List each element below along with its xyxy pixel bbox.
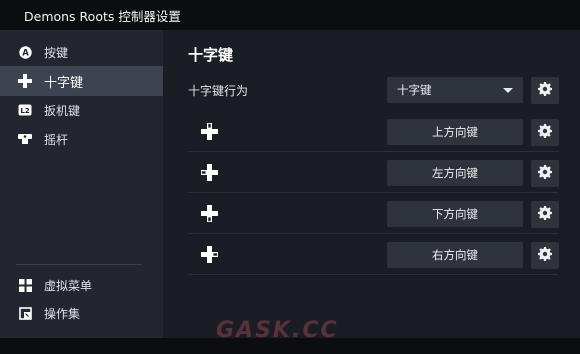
svg-text:A: A — [22, 48, 29, 58]
sidebar-item-label: 摇杆 — [44, 132, 69, 147]
gear-icon — [538, 246, 552, 265]
grid-menu-icon — [18, 278, 32, 292]
main-panel: 十字键 十字键行为 十字键 上方向键 左方向键 下方向键 右方向键 — [163, 30, 580, 338]
gear-icon — [538, 205, 552, 224]
behavior-select[interactable]: 十字键 — [387, 77, 523, 103]
binding-label: 下方向键 — [432, 207, 478, 221]
chevron-down-icon — [503, 88, 513, 93]
sidebar-item-label: 虚拟菜单 — [44, 278, 93, 293]
binding-right-button[interactable]: 右方向键 — [387, 242, 523, 268]
joystick-icon — [18, 132, 32, 146]
binding-label: 右方向键 — [432, 248, 478, 262]
sidebar-item-buttons[interactable]: A 按键 — [0, 37, 163, 67]
window-title: Demons Roots 控制器设置 — [24, 8, 181, 24]
behavior-settings-button[interactable] — [531, 77, 559, 104]
behavior-label: 十字键行为 — [188, 84, 249, 98]
binding-up-settings-button[interactable] — [531, 119, 559, 146]
binding-row-left: 左方向键 — [188, 152, 559, 193]
trigger-icon: L2 — [18, 103, 32, 117]
sidebar-item-label: 十字键 — [44, 75, 84, 91]
a-button-icon: A — [18, 45, 32, 59]
sidebar-item-label: 按键 — [44, 45, 69, 60]
binding-row-up: 上方向键 — [188, 111, 559, 152]
binding-row-down: 下方向键 — [188, 193, 559, 234]
action-set-icon — [18, 306, 32, 320]
gear-icon — [538, 123, 552, 142]
page-title: 十字键 — [188, 46, 234, 64]
sidebar-item-action-set[interactable]: 操作集 — [0, 298, 163, 328]
dpad-up-icon — [201, 111, 218, 151]
binding-label: 上方向键 — [432, 125, 478, 139]
binding-left-button[interactable]: 左方向键 — [387, 160, 523, 186]
sidebar-divider — [16, 264, 142, 265]
dpad-icon — [18, 74, 32, 88]
behavior-row: 十字键行为 十字键 — [188, 70, 559, 111]
gear-icon — [538, 164, 552, 183]
sidebar-item-label: 操作集 — [44, 306, 81, 321]
binding-up-button[interactable]: 上方向键 — [387, 119, 523, 145]
binding-down-settings-button[interactable] — [531, 201, 559, 228]
dpad-right-icon — [201, 234, 218, 274]
sidebar: A 按键 十字键 L2 扳机键 摇杆 虚拟菜单 操作集 — [0, 30, 163, 338]
behavior-select-value: 十字键 — [397, 83, 432, 97]
svg-text:L2: L2 — [20, 107, 29, 115]
sidebar-item-dpad[interactable]: 十字键 — [0, 66, 163, 96]
binding-label: 左方向键 — [432, 166, 478, 180]
dpad-left-icon — [201, 152, 218, 192]
sidebar-item-virtual-menu[interactable]: 虚拟菜单 — [0, 270, 163, 300]
bottom-bar — [0, 338, 580, 354]
sidebar-item-label: 扳机键 — [44, 103, 81, 118]
binding-row-right: 右方向键 — [188, 234, 559, 275]
binding-left-settings-button[interactable] — [531, 160, 559, 187]
binding-down-button[interactable]: 下方向键 — [387, 201, 523, 227]
dpad-down-icon — [201, 193, 218, 233]
gear-icon — [538, 81, 552, 100]
window-titlebar: Demons Roots 控制器设置 — [0, 0, 580, 30]
sidebar-item-triggers[interactable]: L2 扳机键 — [0, 95, 163, 125]
binding-right-settings-button[interactable] — [531, 242, 559, 269]
sidebar-item-joystick[interactable]: 摇杆 — [0, 124, 163, 154]
